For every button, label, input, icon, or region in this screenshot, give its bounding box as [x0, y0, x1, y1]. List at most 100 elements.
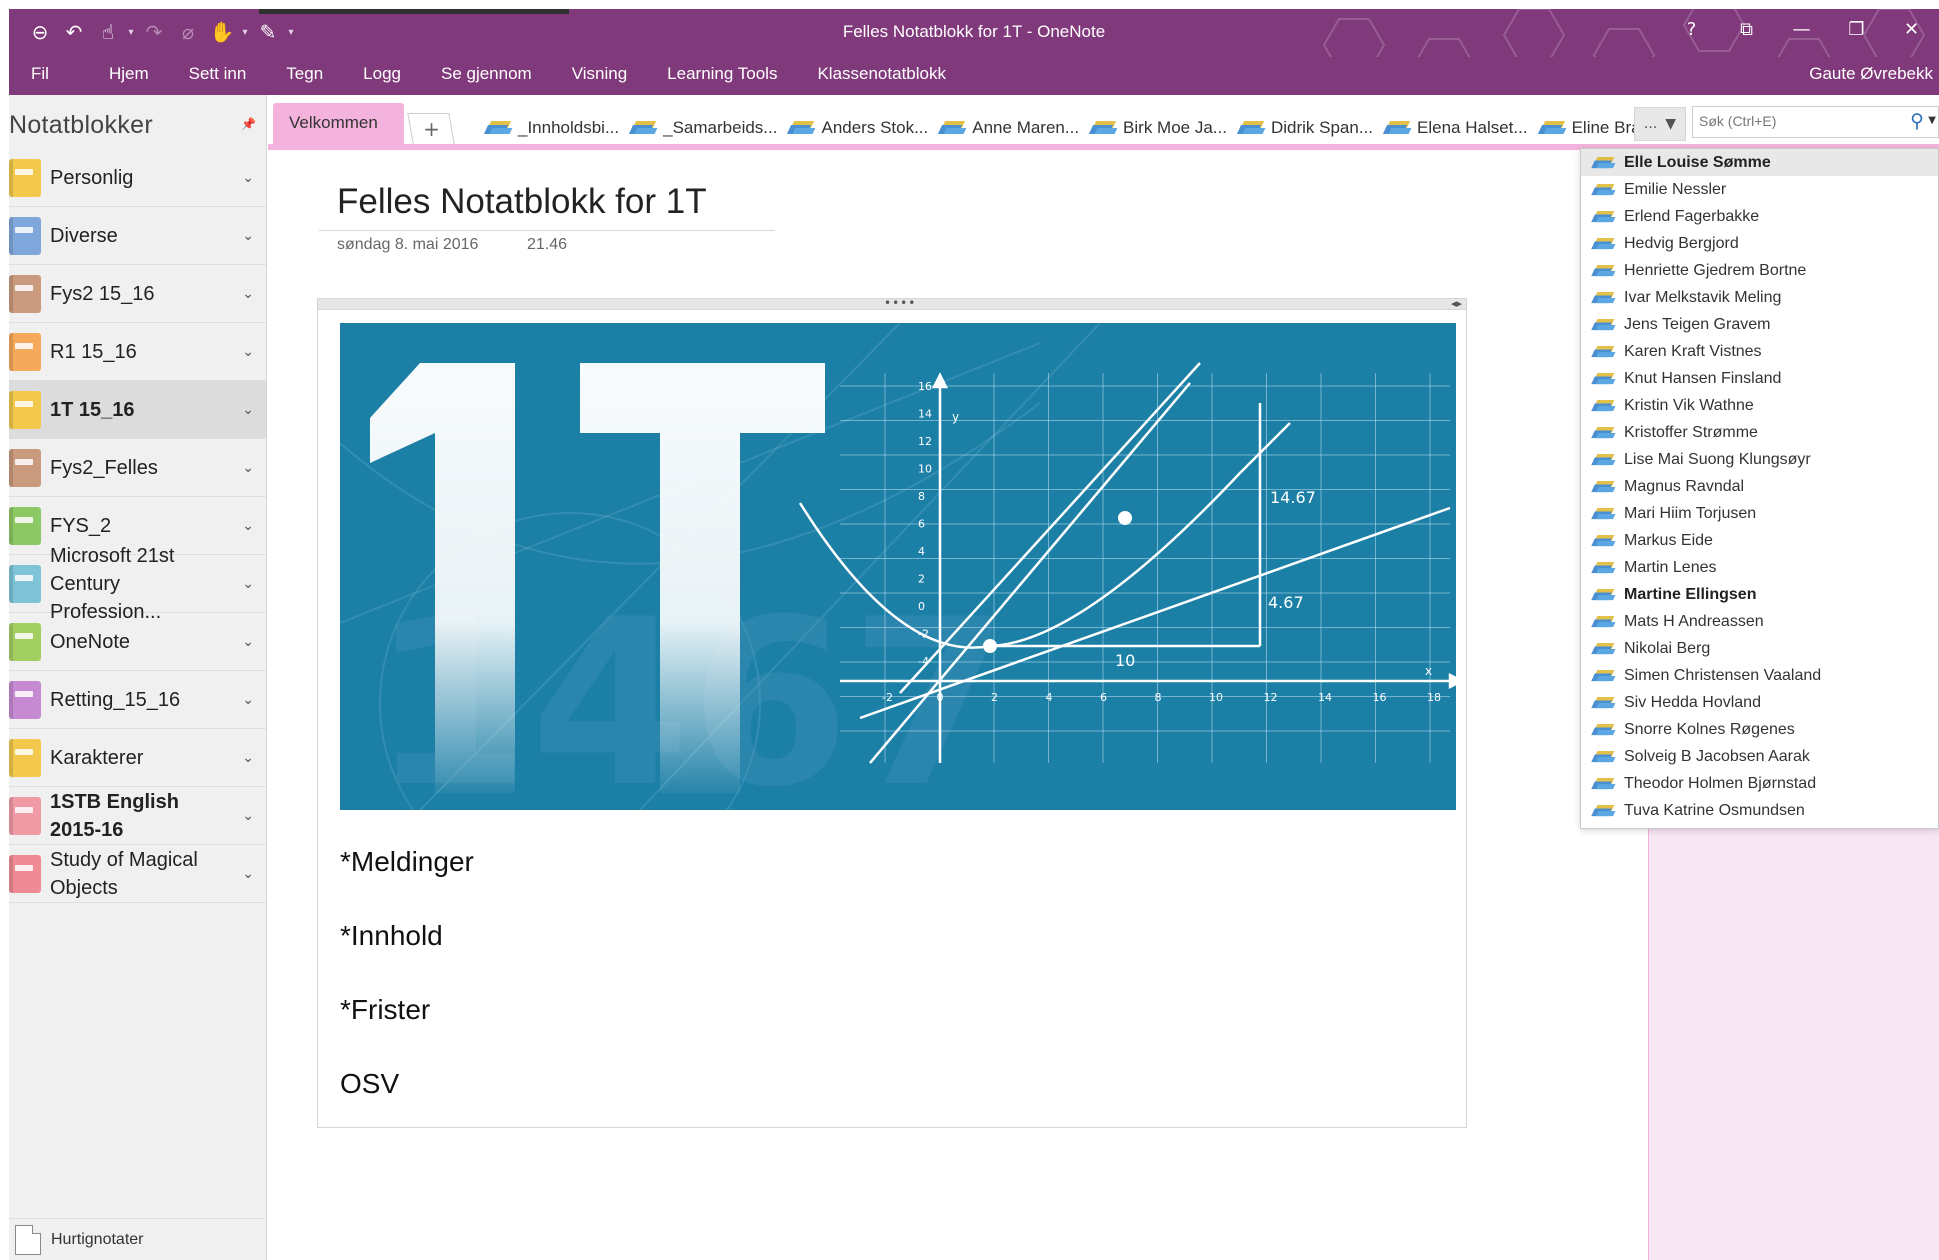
- search-icon[interactable]: ⚲: [1910, 110, 1924, 132]
- notebook-item-onenote[interactable]: OneNote ⌄: [9, 613, 266, 671]
- dropdown-section-group-item[interactable]: Jens Teigen Gravem: [1581, 311, 1938, 338]
- close-icon[interactable]: ✕: [1884, 9, 1939, 49]
- notebook-item-fys2-felles[interactable]: Fys2_Felles ⌄: [9, 439, 266, 497]
- tab-draw[interactable]: Tegn: [266, 57, 343, 95]
- dropdown-section-group-item[interactable]: Martine Ellingsen: [1581, 581, 1938, 608]
- notebook-item-study-of-magical-objects[interactable]: Study of Magical Objects ⌄: [9, 845, 266, 903]
- restore-icon[interactable]: ❐: [1829, 9, 1884, 49]
- section-group-tab[interactable]: _Samarbeids...: [629, 118, 777, 138]
- help-icon[interactable]: ?: [1664, 9, 1719, 49]
- chevron-down-icon[interactable]: ⌄: [242, 344, 254, 360]
- section-group-tab[interactable]: Elena Halset...: [1382, 118, 1528, 138]
- dropdown-section-group-item[interactable]: Martin Lenes: [1581, 554, 1938, 581]
- section-group-icon: [1591, 345, 1616, 358]
- chevron-down-icon[interactable]: ⌄: [242, 228, 254, 244]
- dropdown-section-group-item[interactable]: Henriette Gjedrem Bortne: [1581, 257, 1938, 284]
- section-group-tab[interactable]: Birk Moe Ja...: [1088, 118, 1227, 138]
- user-name[interactable]: Gaute Øvrebekk: [1809, 57, 1933, 91]
- axis-y-tick: 6: [918, 518, 925, 531]
- chevron-down-icon[interactable]: ⌄: [242, 866, 254, 882]
- chevron-down-icon[interactable]: ⌄: [242, 750, 254, 766]
- dropdown-section-group-item[interactable]: Magnus Ravndal: [1581, 473, 1938, 500]
- note-line-meldinger[interactable]: *Meldinger: [340, 846, 474, 878]
- note-line-frister[interactable]: *Frister: [340, 994, 430, 1026]
- search-input[interactable]: Søk (Ctrl+E) ⚲ ▼: [1692, 106, 1939, 138]
- chevron-down-icon[interactable]: ⌄: [242, 286, 254, 302]
- dropdown-section-group-item[interactable]: Simen Christensen Vaaland: [1581, 662, 1938, 689]
- dropdown-section-group-item[interactable]: Knut Hansen Finsland: [1581, 365, 1938, 392]
- pin-icon[interactable]: 📌: [241, 117, 256, 131]
- chevron-down-icon[interactable]: ⌄: [242, 170, 254, 186]
- tab-class-notebook[interactable]: Klassenotatblokk: [797, 57, 966, 95]
- banner-label-mid: 4.67: [1268, 593, 1304, 612]
- section-group-tab[interactable]: Anne Maren...: [938, 118, 1079, 138]
- dropdown-section-group-item[interactable]: Tuva Katrine Osmundsen: [1581, 797, 1938, 824]
- chevron-down-icon[interactable]: ⌄: [242, 518, 254, 534]
- notebook-item-r1-15-16[interactable]: R1 15_16 ⌄: [9, 323, 266, 381]
- dropdown-section-group-item[interactable]: Mari Hiim Torjusen: [1581, 500, 1938, 527]
- dropdown-section-group-item[interactable]: Mats H Andreassen: [1581, 608, 1938, 635]
- dropdown-section-group-item[interactable]: Kristoffer Strømme: [1581, 419, 1938, 446]
- dropdown-section-group-item[interactable]: Elle Louise Sømme: [1581, 149, 1938, 176]
- tab-history[interactable]: Logg: [343, 57, 421, 95]
- notebook-item-1t-15-16[interactable]: 1T 15_16 ⌄: [9, 381, 266, 439]
- axis-x-tick: 4: [1046, 691, 1053, 704]
- dropdown-section-group-item[interactable]: Erlend Fagerbakke: [1581, 203, 1938, 230]
- resize-handle-icon[interactable]: ◂▸: [1451, 297, 1462, 310]
- note-container[interactable]: •••• ◂▸ 14.67 4.67 10 y x 16 14 12 10 8 …: [317, 296, 1467, 1128]
- dropdown-section-group-item[interactable]: Ivar Melkstavik Meling: [1581, 284, 1938, 311]
- section-group-tab[interactable]: Anders Stok...: [787, 118, 929, 138]
- dropdown-item-label: Martin Lenes: [1624, 558, 1717, 576]
- search-scope-dropdown-icon[interactable]: ▼: [1928, 115, 1936, 126]
- tab-learning-tools[interactable]: Learning Tools: [647, 57, 797, 95]
- tab-insert[interactable]: Sett inn: [169, 57, 267, 95]
- dropdown-section-group-item[interactable]: Emilie Nessler: [1581, 176, 1938, 203]
- note-line-innhold[interactable]: *Innhold: [340, 920, 443, 952]
- quick-notes[interactable]: Hurtignotater: [9, 1218, 267, 1260]
- notebook-item-fys2-15-16[interactable]: Fys2 15_16 ⌄: [9, 265, 266, 323]
- minimize-icon[interactable]: —: [1774, 9, 1829, 49]
- section-group-tab[interactable]: _Innholdsbi...: [483, 118, 619, 138]
- tab-view[interactable]: Visning: [552, 57, 647, 95]
- notebook-item-diverse[interactable]: Diverse ⌄: [9, 207, 266, 265]
- tab-review[interactable]: Se gjennom: [421, 57, 552, 95]
- page-title[interactable]: Felles Notatblokk for 1T: [337, 182, 707, 222]
- dropdown-section-group-item[interactable]: Markus Eide: [1581, 527, 1938, 554]
- dropdown-section-group-item[interactable]: Lise Mai Suong Klungsøyr: [1581, 446, 1938, 473]
- notebook-item-karakterer[interactable]: Karakterer ⌄: [9, 729, 266, 787]
- notebook-item-personlig[interactable]: Personlig ⌄: [9, 149, 266, 207]
- chevron-down-icon[interactable]: ⌄: [242, 576, 254, 592]
- axis-x-tick: 0: [937, 691, 944, 704]
- chevron-down-icon[interactable]: ⌄: [242, 808, 254, 824]
- dropdown-item-label: Kristoffer Strømme: [1624, 423, 1758, 441]
- section-group-label: Anders Stok...: [821, 118, 929, 137]
- note-line-osv[interactable]: OSV: [340, 1068, 399, 1100]
- page-canvas[interactable]: Felles Notatblokk for 1T søndag 8. mai 2…: [268, 150, 1648, 1260]
- dropdown-section-group-item[interactable]: Solveig B Jacobsen Aarak: [1581, 743, 1938, 770]
- notebook-item-microsoft-21st-century-profession[interactable]: Microsoft 21st Century Profession... ⌄: [9, 545, 266, 623]
- dropdown-section-group-item[interactable]: Siv Hedda Hovland: [1581, 689, 1938, 716]
- ribbon-display-icon[interactable]: ⧉: [1719, 9, 1774, 49]
- dropdown-section-group-item[interactable]: Nikolai Berg: [1581, 635, 1938, 662]
- chevron-down-icon[interactable]: ⌄: [242, 460, 254, 476]
- tab-file[interactable]: Fil: [9, 57, 89, 95]
- chevron-down-icon[interactable]: ⌄: [242, 692, 254, 708]
- dropdown-section-group-item[interactable]: Kristin Vik Wathne: [1581, 392, 1938, 419]
- tab-home[interactable]: Hjem: [89, 57, 169, 95]
- notebook-item-retting-15-16[interactable]: Retting_15_16 ⌄: [9, 671, 266, 729]
- chevron-down-icon[interactable]: ⌄: [242, 634, 254, 650]
- dropdown-section-group-item[interactable]: Hedvig Bergjord: [1581, 230, 1938, 257]
- notebook-item-1stb-english-2015-16[interactable]: 1STB English 2015-16 ⌄: [9, 787, 266, 845]
- chevron-down-icon[interactable]: ⌄: [242, 402, 254, 418]
- axis-x-tick: 16: [1373, 691, 1387, 704]
- banner-image-1t[interactable]: 1467: [340, 323, 1456, 810]
- tab-section-velkommen[interactable]: Velkommen: [273, 103, 404, 144]
- dropdown-section-group-item[interactable]: Theodor Holmen Bjørnstad: [1581, 770, 1938, 797]
- more-sections-button[interactable]: ... ▼: [1634, 107, 1686, 141]
- drag-handle-icon[interactable]: ••••: [884, 296, 916, 310]
- add-section-button[interactable]: +: [407, 113, 455, 144]
- dropdown-section-group-item[interactable]: Karen Kraft Vistnes: [1581, 338, 1938, 365]
- notebook-pane-title[interactable]: Notatblokker: [9, 111, 153, 140]
- dropdown-section-group-item[interactable]: Snorre Kolnes Røgenes: [1581, 716, 1938, 743]
- section-group-tab[interactable]: Didrik Span...: [1236, 118, 1373, 138]
